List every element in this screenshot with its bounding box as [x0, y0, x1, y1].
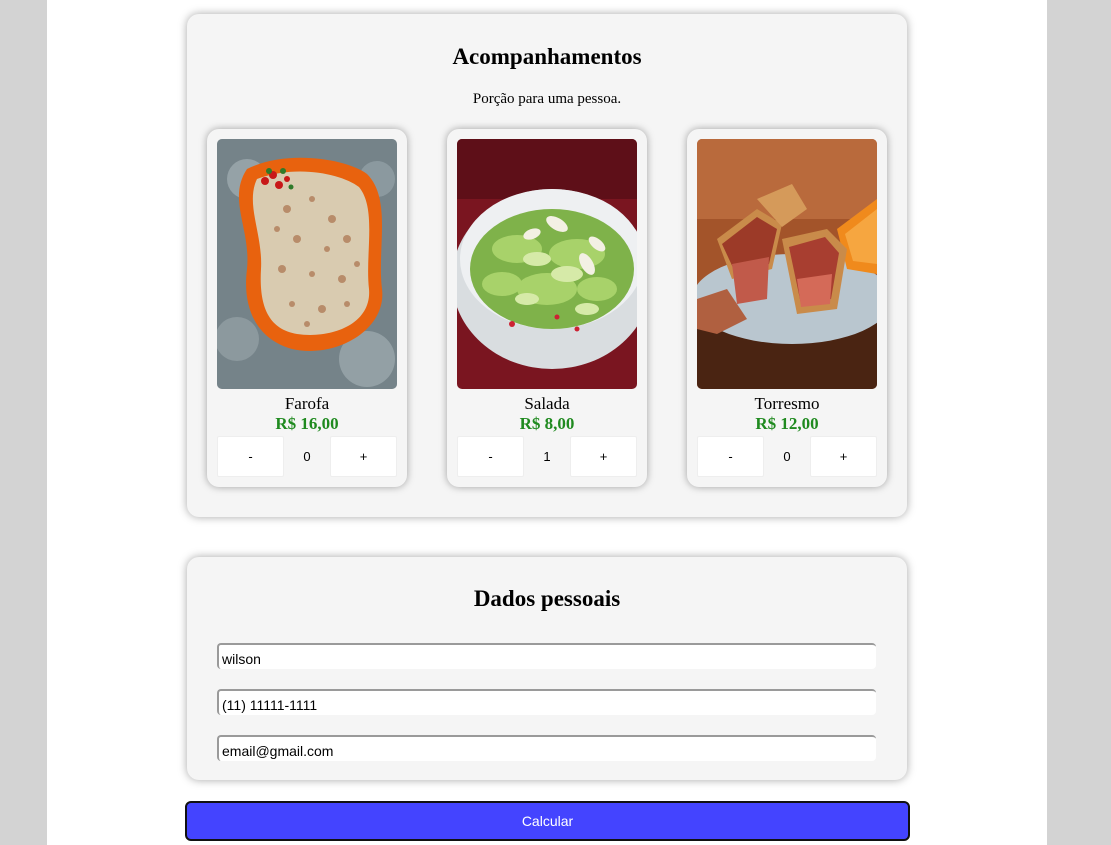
increment-button[interactable]: + [810, 436, 877, 477]
quantity-stepper: - 0 + [697, 436, 877, 477]
personal-data-section: Dados pessoais [187, 557, 907, 780]
item-name: Torresmo [754, 394, 820, 413]
torresmo-photo [697, 139, 877, 389]
quantity-value: 0 [764, 436, 810, 477]
item-price: R$ 12,00 [755, 414, 819, 433]
quantity-stepper: - 1 + [457, 436, 637, 477]
sides-title: Acompanhamentos [452, 44, 642, 69]
decrement-button[interactable]: - [217, 436, 284, 477]
email-field[interactable] [217, 735, 876, 761]
sides-subtitle: Porção para uma pessoa. [472, 91, 622, 107]
item-card-farofa: Farofa R$ 16,00 - 0 + [207, 129, 407, 487]
item-card-torresmo: Torresmo R$ 12,00 - 0 + [687, 129, 887, 487]
quantity-stepper: - 0 + [217, 436, 397, 477]
item-card-salada: Salada R$ 8,00 - 1 + [447, 129, 647, 487]
farofa-photo [217, 139, 397, 389]
quantity-value: 0 [284, 436, 330, 477]
increment-button[interactable]: + [330, 436, 397, 477]
salad-photo [457, 139, 637, 389]
increment-button[interactable]: + [570, 436, 637, 477]
sides-section: Acompanhamentos Porção para uma pessoa. [187, 14, 907, 517]
item-name: Salada [524, 394, 570, 413]
phone-field[interactable] [217, 689, 876, 715]
calculate-button[interactable]: Calcular [185, 801, 910, 841]
name-field[interactable] [217, 643, 876, 669]
decrement-button[interactable]: - [697, 436, 764, 477]
item-price: R$ 16,00 [275, 414, 339, 433]
personal-data-title: Dados pessoais [473, 586, 621, 611]
item-name: Farofa [284, 394, 330, 413]
item-price: R$ 8,00 [519, 414, 575, 433]
page-container: Acompanhamentos Porção para uma pessoa. [47, 0, 1047, 845]
quantity-value: 1 [524, 436, 570, 477]
decrement-button[interactable]: - [457, 436, 524, 477]
